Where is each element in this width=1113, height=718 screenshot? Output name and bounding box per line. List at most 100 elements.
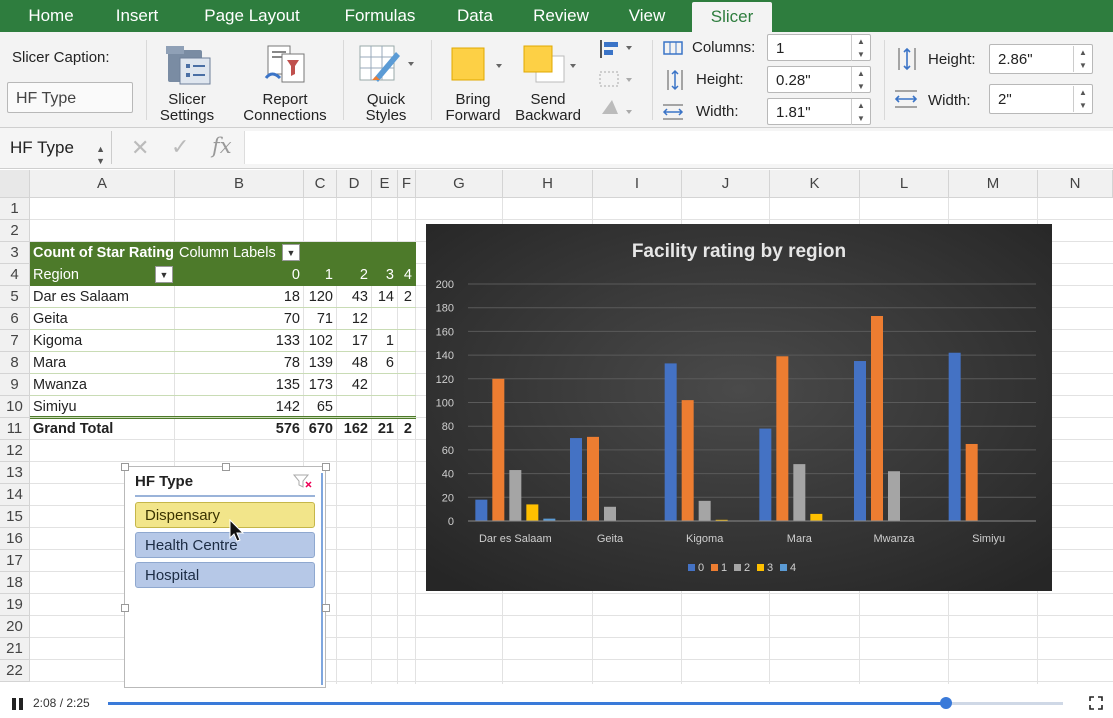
column-header[interactable]: B bbox=[175, 170, 304, 198]
enter-icon[interactable]: ✓ bbox=[171, 134, 189, 160]
button-height-input[interactable]: 0.28" ▲ ▼ bbox=[767, 66, 871, 93]
pivot-value[interactable]: 65 bbox=[304, 396, 333, 418]
name-box[interactable]: HF Type ▲ ▼ bbox=[0, 131, 112, 167]
column-header[interactable]: H bbox=[503, 170, 593, 198]
row-header[interactable]: 16 bbox=[0, 528, 30, 550]
row-header[interactable]: 2 bbox=[0, 220, 30, 242]
row-header[interactable]: 19 bbox=[0, 594, 30, 616]
pivot-value[interactable]: 17 bbox=[337, 330, 368, 352]
pivot-header-region[interactable]: Region bbox=[30, 264, 175, 286]
tab-slicer[interactable]: Slicer bbox=[692, 2, 772, 32]
columns-spinner[interactable]: ▲ ▼ bbox=[851, 35, 870, 61]
row-header[interactable]: 10 bbox=[0, 396, 30, 418]
grand-total-value[interactable]: 670 bbox=[304, 418, 333, 440]
pivot-value[interactable]: 70 bbox=[175, 308, 300, 330]
grand-total-label[interactable]: Grand Total bbox=[30, 418, 175, 440]
send-backward-button[interactable]: Send Backward bbox=[510, 92, 586, 124]
slicer-settings-button[interactable]: Slicer Settings bbox=[150, 92, 224, 124]
column-header[interactable]: I bbox=[593, 170, 682, 198]
pivot-value[interactable] bbox=[398, 330, 412, 352]
row-header[interactable]: 3 bbox=[0, 242, 30, 264]
row-header[interactable]: 4 bbox=[0, 264, 30, 286]
grand-total-value[interactable]: 2 bbox=[398, 418, 412, 440]
pivot-col-label[interactable]: 3 bbox=[372, 264, 394, 286]
column-header[interactable]: D bbox=[337, 170, 372, 198]
pivot-value[interactable]: 12 bbox=[337, 308, 368, 330]
column-header[interactable]: A bbox=[30, 170, 175, 198]
pivot-value[interactable] bbox=[398, 374, 412, 396]
row-header[interactable]: 8 bbox=[0, 352, 30, 374]
row-header[interactable]: 15 bbox=[0, 506, 30, 528]
pivot-value[interactable] bbox=[372, 396, 394, 418]
column-header[interactable]: F bbox=[398, 170, 416, 198]
report-connections-button[interactable]: Report Connections bbox=[236, 92, 334, 124]
row-header[interactable]: 20 bbox=[0, 616, 30, 638]
resize-handle[interactable] bbox=[222, 463, 230, 471]
pivot-value[interactable]: 102 bbox=[304, 330, 333, 352]
pivot-value[interactable]: 48 bbox=[337, 352, 368, 374]
slicer-item-hospital[interactable]: Hospital bbox=[135, 562, 315, 588]
pivot-value[interactable]: 173 bbox=[304, 374, 333, 396]
row-header[interactable]: 1 bbox=[0, 198, 30, 220]
slicer-height-spinner[interactable]: ▲ ▼ bbox=[1073, 46, 1092, 72]
filter-dropdown-icon[interactable]: ▼ bbox=[155, 266, 173, 283]
grand-total-value[interactable]: 576 bbox=[175, 418, 300, 440]
pivot-value[interactable]: 6 bbox=[372, 352, 394, 374]
video-scrubber[interactable] bbox=[939, 697, 952, 709]
pivot-value[interactable] bbox=[372, 374, 394, 396]
row-header[interactable]: 13 bbox=[0, 462, 30, 484]
slicer-item-dispensary[interactable]: Dispensary bbox=[135, 502, 315, 528]
name-box-arrows-icon[interactable]: ▲ ▼ bbox=[96, 131, 105, 167]
row-header[interactable]: 5 bbox=[0, 286, 30, 308]
clear-filter-icon[interactable] bbox=[292, 473, 313, 489]
slicer-item-health-centre[interactable]: Health Centre bbox=[135, 532, 315, 558]
tab-review[interactable]: Review bbox=[518, 0, 604, 32]
pivot-row-label[interactable]: Simiyu bbox=[30, 396, 175, 418]
pivot-value[interactable] bbox=[337, 396, 368, 418]
pivot-value[interactable]: 14 bbox=[372, 286, 394, 308]
slicer-width-spinner[interactable]: ▲ ▼ bbox=[1073, 86, 1092, 112]
tab-insert[interactable]: Insert bbox=[100, 0, 174, 32]
column-header[interactable]: J bbox=[682, 170, 770, 198]
row-header[interactable]: 22 bbox=[0, 660, 30, 682]
resize-handle[interactable] bbox=[322, 604, 330, 612]
quick-styles-button[interactable]: Quick Styles bbox=[354, 92, 418, 124]
pivot-header-count[interactable]: Count of Star Rating bbox=[30, 242, 175, 264]
grand-total-value[interactable]: 162 bbox=[337, 418, 368, 440]
filter-dropdown-icon[interactable]: ▼ bbox=[282, 244, 300, 261]
bring-forward-button[interactable]: Bring Forward bbox=[440, 92, 506, 124]
pivot-value[interactable]: 135 bbox=[175, 374, 300, 396]
tab-view[interactable]: View bbox=[614, 0, 680, 32]
hf-type-slicer[interactable]: HF Type Dispensary Health Centre Hospita… bbox=[121, 463, 330, 688]
pivot-value[interactable]: 18 bbox=[175, 286, 300, 308]
pivot-value[interactable] bbox=[372, 308, 394, 330]
column-header[interactable]: E bbox=[372, 170, 398, 198]
slicer-height-input[interactable]: 2.86" ▲ ▼ bbox=[989, 44, 1093, 74]
fullscreen-icon[interactable] bbox=[1089, 696, 1103, 710]
row-header[interactable]: 6 bbox=[0, 308, 30, 330]
resize-handle[interactable] bbox=[121, 463, 129, 471]
pivot-value[interactable]: 142 bbox=[175, 396, 300, 418]
pivot-col-label[interactable]: 1 bbox=[304, 264, 333, 286]
column-header[interactable]: K bbox=[770, 170, 860, 198]
pivot-value[interactable] bbox=[398, 308, 412, 330]
slicer-width-input[interactable]: 2" ▲ ▼ bbox=[989, 84, 1093, 114]
function-icon[interactable]: fx bbox=[212, 134, 232, 158]
pause-icon[interactable] bbox=[11, 697, 25, 711]
grand-total-value[interactable]: 21 bbox=[372, 418, 394, 440]
pivot-value[interactable]: 133 bbox=[175, 330, 300, 352]
select-all-corner[interactable] bbox=[0, 170, 30, 198]
pivot-value[interactable]: 78 bbox=[175, 352, 300, 374]
facility-rating-chart[interactable]: Facility rating by region 0 20 40 60 80 100 120… bbox=[426, 224, 1052, 591]
resize-handle[interactable] bbox=[322, 463, 330, 471]
tab-home[interactable]: Home bbox=[14, 0, 88, 32]
button-width-spinner[interactable]: ▲ ▼ bbox=[851, 99, 870, 125]
button-width-input[interactable]: 1.81" ▲ ▼ bbox=[767, 98, 871, 125]
row-header[interactable]: 12 bbox=[0, 440, 30, 462]
pivot-row-label[interactable]: Dar es Salaam bbox=[30, 286, 175, 308]
pivot-row-label[interactable]: Mara bbox=[30, 352, 175, 374]
slicer-caption-input[interactable]: HF Type bbox=[7, 82, 133, 113]
pivot-value[interactable]: 139 bbox=[304, 352, 333, 374]
column-header[interactable]: N bbox=[1038, 170, 1113, 198]
row-header[interactable]: 7 bbox=[0, 330, 30, 352]
